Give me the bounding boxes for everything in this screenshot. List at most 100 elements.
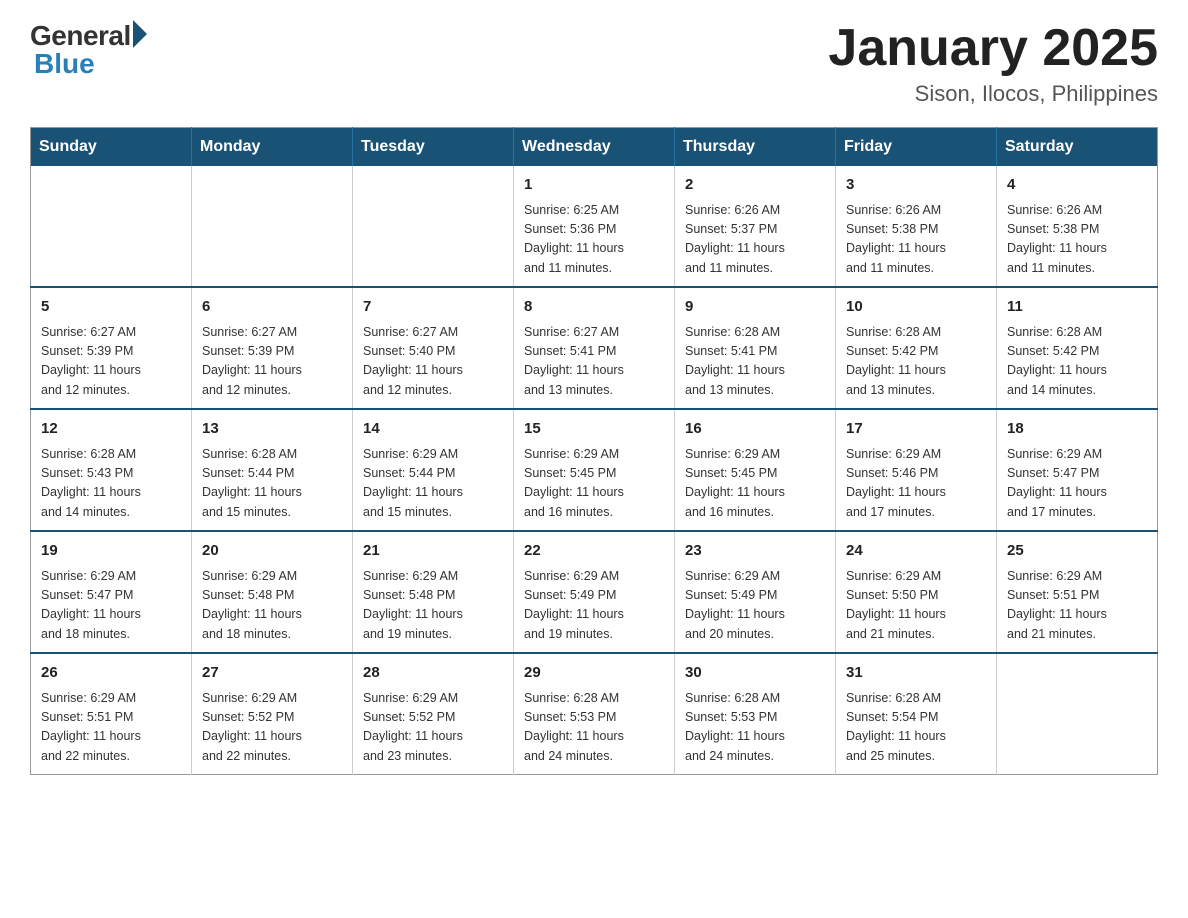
calendar-cell: 31 Sunrise: 6:28 AM Sunset: 5:54 PM Dayli… bbox=[836, 653, 997, 775]
calendar-cell bbox=[997, 653, 1158, 775]
calendar-cell: 17Sunrise: 6:29 AM Sunset: 5:46 PM Dayli… bbox=[836, 409, 997, 531]
day-number: 16 bbox=[685, 418, 825, 441]
calendar-cell bbox=[31, 166, 192, 287]
day-info: Sunrise: 6:29 AM Sunset: 5:44 PM Dayligh… bbox=[363, 445, 503, 523]
day-number: 10 bbox=[846, 296, 986, 319]
day-number: 14 bbox=[363, 418, 503, 441]
day-number: 23 bbox=[685, 540, 825, 563]
day-number: 5 bbox=[41, 296, 181, 319]
day-number: 22 bbox=[524, 540, 664, 563]
calendar-cell: 9 Sunrise: 6:28 AM Sunset: 5:41 PM Daylig… bbox=[675, 287, 836, 409]
day-info: Sunrise: 6:27 AM Sunset: 5:39 PM Dayligh… bbox=[202, 323, 342, 401]
day-info: Sunrise: 6:28 AM Sunset: 5:41 PM Dayligh… bbox=[685, 323, 825, 401]
calendar-cell bbox=[353, 166, 514, 287]
weekday-header-tuesday: Tuesday bbox=[353, 128, 514, 167]
calendar-cell: 1 Sunrise: 6:25 AM Sunset: 5:36 PM Daylig… bbox=[514, 166, 675, 287]
day-info: Sunrise: 6:28 AM Sunset: 5:42 PM Dayligh… bbox=[846, 323, 986, 401]
day-number: 30 bbox=[685, 662, 825, 685]
logo: General Blue bbox=[30, 20, 147, 80]
calendar-cell bbox=[192, 166, 353, 287]
month-title: January 2025 bbox=[828, 20, 1158, 77]
day-number: 29 bbox=[524, 662, 664, 685]
weekday-header-wednesday: Wednesday bbox=[514, 128, 675, 167]
day-info: Sunrise: 6:29 AM Sunset: 5:47 PM Dayligh… bbox=[1007, 445, 1147, 523]
calendar-cell: 21 Sunrise: 6:29 AM Sunset: 5:48 PM Dayli… bbox=[353, 531, 514, 653]
day-number: 15 bbox=[524, 418, 664, 441]
day-number: 4 bbox=[1007, 174, 1147, 197]
day-info: Sunrise: 6:28 AM Sunset: 5:54 PM Dayligh… bbox=[846, 689, 986, 767]
calendar-cell: 3 Sunrise: 6:26 AM Sunset: 5:38 PM Daylig… bbox=[836, 166, 997, 287]
day-info: Sunrise: 6:29 AM Sunset: 5:47 PM Dayligh… bbox=[41, 567, 181, 645]
day-info: Sunrise: 6:29 AM Sunset: 5:45 PM Dayligh… bbox=[685, 445, 825, 523]
day-number: 2 bbox=[685, 174, 825, 197]
day-number: 6 bbox=[202, 296, 342, 319]
day-number: 31 bbox=[846, 662, 986, 685]
logo-triangle-icon bbox=[133, 20, 147, 48]
day-info: Sunrise: 6:27 AM Sunset: 5:39 PM Dayligh… bbox=[41, 323, 181, 401]
day-info: Sunrise: 6:28 AM Sunset: 5:53 PM Dayligh… bbox=[524, 689, 664, 767]
day-info: Sunrise: 6:27 AM Sunset: 5:41 PM Dayligh… bbox=[524, 323, 664, 401]
day-info: Sunrise: 6:29 AM Sunset: 5:50 PM Dayligh… bbox=[846, 567, 986, 645]
week-row-3: 12Sunrise: 6:28 AM Sunset: 5:43 PM Dayli… bbox=[31, 409, 1158, 531]
calendar-cell: 23Sunrise: 6:29 AM Sunset: 5:49 PM Dayli… bbox=[675, 531, 836, 653]
day-info: Sunrise: 6:28 AM Sunset: 5:42 PM Dayligh… bbox=[1007, 323, 1147, 401]
calendar-cell: 8 Sunrise: 6:27 AM Sunset: 5:41 PM Daylig… bbox=[514, 287, 675, 409]
day-info: Sunrise: 6:28 AM Sunset: 5:44 PM Dayligh… bbox=[202, 445, 342, 523]
day-number: 9 bbox=[685, 296, 825, 319]
calendar-cell: 7Sunrise: 6:27 AM Sunset: 5:40 PM Daylig… bbox=[353, 287, 514, 409]
week-row-2: 5 Sunrise: 6:27 AM Sunset: 5:39 PM Daylig… bbox=[31, 287, 1158, 409]
day-number: 24 bbox=[846, 540, 986, 563]
calendar-cell: 18Sunrise: 6:29 AM Sunset: 5:47 PM Dayli… bbox=[997, 409, 1158, 531]
day-info: Sunrise: 6:26 AM Sunset: 5:38 PM Dayligh… bbox=[846, 201, 986, 279]
day-info: Sunrise: 6:29 AM Sunset: 5:45 PM Dayligh… bbox=[524, 445, 664, 523]
day-info: Sunrise: 6:29 AM Sunset: 5:51 PM Dayligh… bbox=[41, 689, 181, 767]
day-info: Sunrise: 6:29 AM Sunset: 5:49 PM Dayligh… bbox=[524, 567, 664, 645]
day-number: 21 bbox=[363, 540, 503, 563]
day-number: 3 bbox=[846, 174, 986, 197]
day-info: Sunrise: 6:25 AM Sunset: 5:36 PM Dayligh… bbox=[524, 201, 664, 279]
day-info: Sunrise: 6:28 AM Sunset: 5:43 PM Dayligh… bbox=[41, 445, 181, 523]
day-number: 27 bbox=[202, 662, 342, 685]
day-number: 19 bbox=[41, 540, 181, 563]
calendar-cell: 12Sunrise: 6:28 AM Sunset: 5:43 PM Dayli… bbox=[31, 409, 192, 531]
page-header: General Blue January 2025 Sison, Ilocos,… bbox=[30, 20, 1158, 107]
day-number: 26 bbox=[41, 662, 181, 685]
day-number: 7 bbox=[363, 296, 503, 319]
calendar-cell: 10 Sunrise: 6:28 AM Sunset: 5:42 PM Dayli… bbox=[836, 287, 997, 409]
day-number: 11 bbox=[1007, 296, 1147, 319]
weekday-header-thursday: Thursday bbox=[675, 128, 836, 167]
day-info: Sunrise: 6:29 AM Sunset: 5:52 PM Dayligh… bbox=[202, 689, 342, 767]
calendar-cell: 27 Sunrise: 6:29 AM Sunset: 5:52 PM Dayli… bbox=[192, 653, 353, 775]
week-row-4: 19 Sunrise: 6:29 AM Sunset: 5:47 PM Dayli… bbox=[31, 531, 1158, 653]
week-row-1: 1 Sunrise: 6:25 AM Sunset: 5:36 PM Daylig… bbox=[31, 166, 1158, 287]
day-info: Sunrise: 6:28 AM Sunset: 5:53 PM Dayligh… bbox=[685, 689, 825, 767]
calendar-cell: 24 Sunrise: 6:29 AM Sunset: 5:50 PM Dayli… bbox=[836, 531, 997, 653]
calendar-cell: 28 Sunrise: 6:29 AM Sunset: 5:52 PM Dayli… bbox=[353, 653, 514, 775]
day-number: 28 bbox=[363, 662, 503, 685]
logo-blue-text: Blue bbox=[34, 48, 95, 80]
day-number: 20 bbox=[202, 540, 342, 563]
calendar-cell: 15 Sunrise: 6:29 AM Sunset: 5:45 PM Dayli… bbox=[514, 409, 675, 531]
location-label: Sison, Ilocos, Philippines bbox=[828, 81, 1158, 107]
day-info: Sunrise: 6:26 AM Sunset: 5:38 PM Dayligh… bbox=[1007, 201, 1147, 279]
calendar-cell: 13Sunrise: 6:28 AM Sunset: 5:44 PM Dayli… bbox=[192, 409, 353, 531]
calendar-cell: 30 Sunrise: 6:28 AM Sunset: 5:53 PM Dayli… bbox=[675, 653, 836, 775]
calendar-table: SundayMondayTuesdayWednesdayThursdayFrid… bbox=[30, 127, 1158, 775]
calendar-cell: 25Sunrise: 6:29 AM Sunset: 5:51 PM Dayli… bbox=[997, 531, 1158, 653]
calendar-cell: 20Sunrise: 6:29 AM Sunset: 5:48 PM Dayli… bbox=[192, 531, 353, 653]
week-row-5: 26 Sunrise: 6:29 AM Sunset: 5:51 PM Dayli… bbox=[31, 653, 1158, 775]
calendar-cell: 11 Sunrise: 6:28 AM Sunset: 5:42 PM Dayli… bbox=[997, 287, 1158, 409]
calendar-cell: 26 Sunrise: 6:29 AM Sunset: 5:51 PM Dayli… bbox=[31, 653, 192, 775]
weekday-header-saturday: Saturday bbox=[997, 128, 1158, 167]
day-info: Sunrise: 6:29 AM Sunset: 5:48 PM Dayligh… bbox=[363, 567, 503, 645]
day-info: Sunrise: 6:29 AM Sunset: 5:52 PM Dayligh… bbox=[363, 689, 503, 767]
calendar-cell: 22 Sunrise: 6:29 AM Sunset: 5:49 PM Dayli… bbox=[514, 531, 675, 653]
day-number: 8 bbox=[524, 296, 664, 319]
day-number: 17 bbox=[846, 418, 986, 441]
day-info: Sunrise: 6:29 AM Sunset: 5:51 PM Dayligh… bbox=[1007, 567, 1147, 645]
calendar-cell: 16 Sunrise: 6:29 AM Sunset: 5:45 PM Dayli… bbox=[675, 409, 836, 531]
title-section: January 2025 Sison, Ilocos, Philippines bbox=[828, 20, 1158, 107]
calendar-cell: 14 Sunrise: 6:29 AM Sunset: 5:44 PM Dayli… bbox=[353, 409, 514, 531]
weekday-header-monday: Monday bbox=[192, 128, 353, 167]
day-number: 1 bbox=[524, 174, 664, 197]
